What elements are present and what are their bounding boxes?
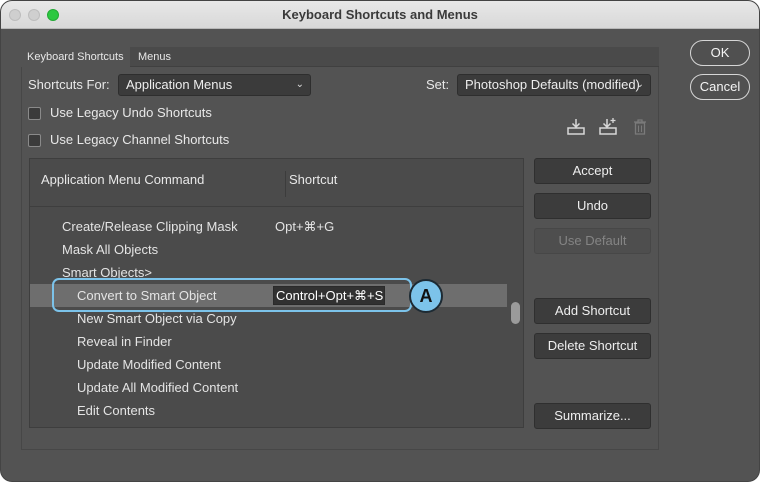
row-command: New Smart Object via Copy [77, 311, 237, 326]
add-shortcut-button[interactable]: Add Shortcut [534, 298, 651, 324]
row-command: Update All Modified Content [77, 380, 239, 395]
delete-shortcut-button[interactable]: Delete Shortcut [534, 333, 651, 359]
chevron-down-icon: ⌄ [295, 79, 304, 90]
use-default-button[interactable]: Use Default [534, 228, 651, 254]
tab-menus[interactable]: Menus [132, 47, 177, 67]
set-select[interactable]: Photoshop Defaults (modified) ⌄ [457, 74, 651, 96]
shortcuts-for-select[interactable]: Application Menus ⌄ [118, 74, 311, 96]
legacy-channel-checkbox[interactable] [28, 134, 41, 147]
column-header-command: Application Menu Command [41, 172, 205, 187]
cancel-button[interactable]: Cancel [690, 74, 750, 100]
tab-keyboard-shortcuts[interactable]: Keyboard Shortcuts [21, 47, 130, 67]
set-label: Set: [426, 77, 450, 92]
legacy-channel-label: Use Legacy Channel Shortcuts [50, 132, 230, 147]
legacy-undo-label: Use Legacy Undo Shortcuts [50, 105, 212, 120]
row-command: Mask All Objects [62, 242, 159, 257]
shortcuts-for-label: Shortcuts For: [28, 77, 110, 92]
title-bar: Keyboard Shortcuts and Menus [1, 1, 759, 29]
callout-badge: A [409, 279, 443, 313]
dialog-window: Keyboard Shortcuts and Menus Keyboard Sh… [0, 0, 760, 482]
table-row[interactable]: Update All Modified Content [30, 376, 507, 399]
row-shortcut: Opt+⌘+G [275, 219, 335, 234]
table-scroll-thumb[interactable] [511, 302, 520, 324]
column-header-shortcut: Shortcut [289, 172, 338, 187]
accept-button[interactable]: Accept [534, 158, 651, 184]
table-row[interactable]: Create/Release Clipping Mask Opt+⌘+G [30, 215, 507, 238]
ok-button[interactable]: OK [690, 40, 750, 66]
row-command: Reveal in Finder [77, 334, 172, 349]
column-divider [285, 171, 286, 197]
tab-strip: Keyboard Shortcuts Menus [21, 47, 659, 67]
table-row[interactable]: Mask All Objects [30, 238, 507, 261]
row-command: Edit Contents [77, 403, 156, 418]
set-value: Photoshop Defaults (modified) [465, 77, 640, 92]
delete-set-icon[interactable] [630, 117, 650, 137]
window-title: Keyboard Shortcuts and Menus [282, 7, 478, 22]
table-row[interactable]: Update Modified Content [30, 353, 507, 376]
save-set-as-icon[interactable] [598, 117, 618, 137]
undo-button[interactable]: Undo [534, 193, 651, 219]
callout-highlight [52, 278, 412, 312]
legacy-undo-checkbox[interactable] [28, 107, 41, 120]
table-row[interactable]: Edit Contents [30, 399, 507, 422]
row-command: Create/Release Clipping Mask [62, 219, 238, 234]
summarize-button[interactable]: Summarize... [534, 403, 651, 429]
table-row[interactable]: Reveal in Finder [30, 330, 507, 353]
row-command: Update Modified Content [77, 357, 221, 372]
shortcuts-for-value: Application Menus [126, 77, 233, 92]
chevron-down-icon: ⌄ [635, 79, 644, 90]
table-header: Application Menu Command Shortcut [30, 159, 523, 207]
save-set-icon[interactable] [566, 117, 586, 137]
